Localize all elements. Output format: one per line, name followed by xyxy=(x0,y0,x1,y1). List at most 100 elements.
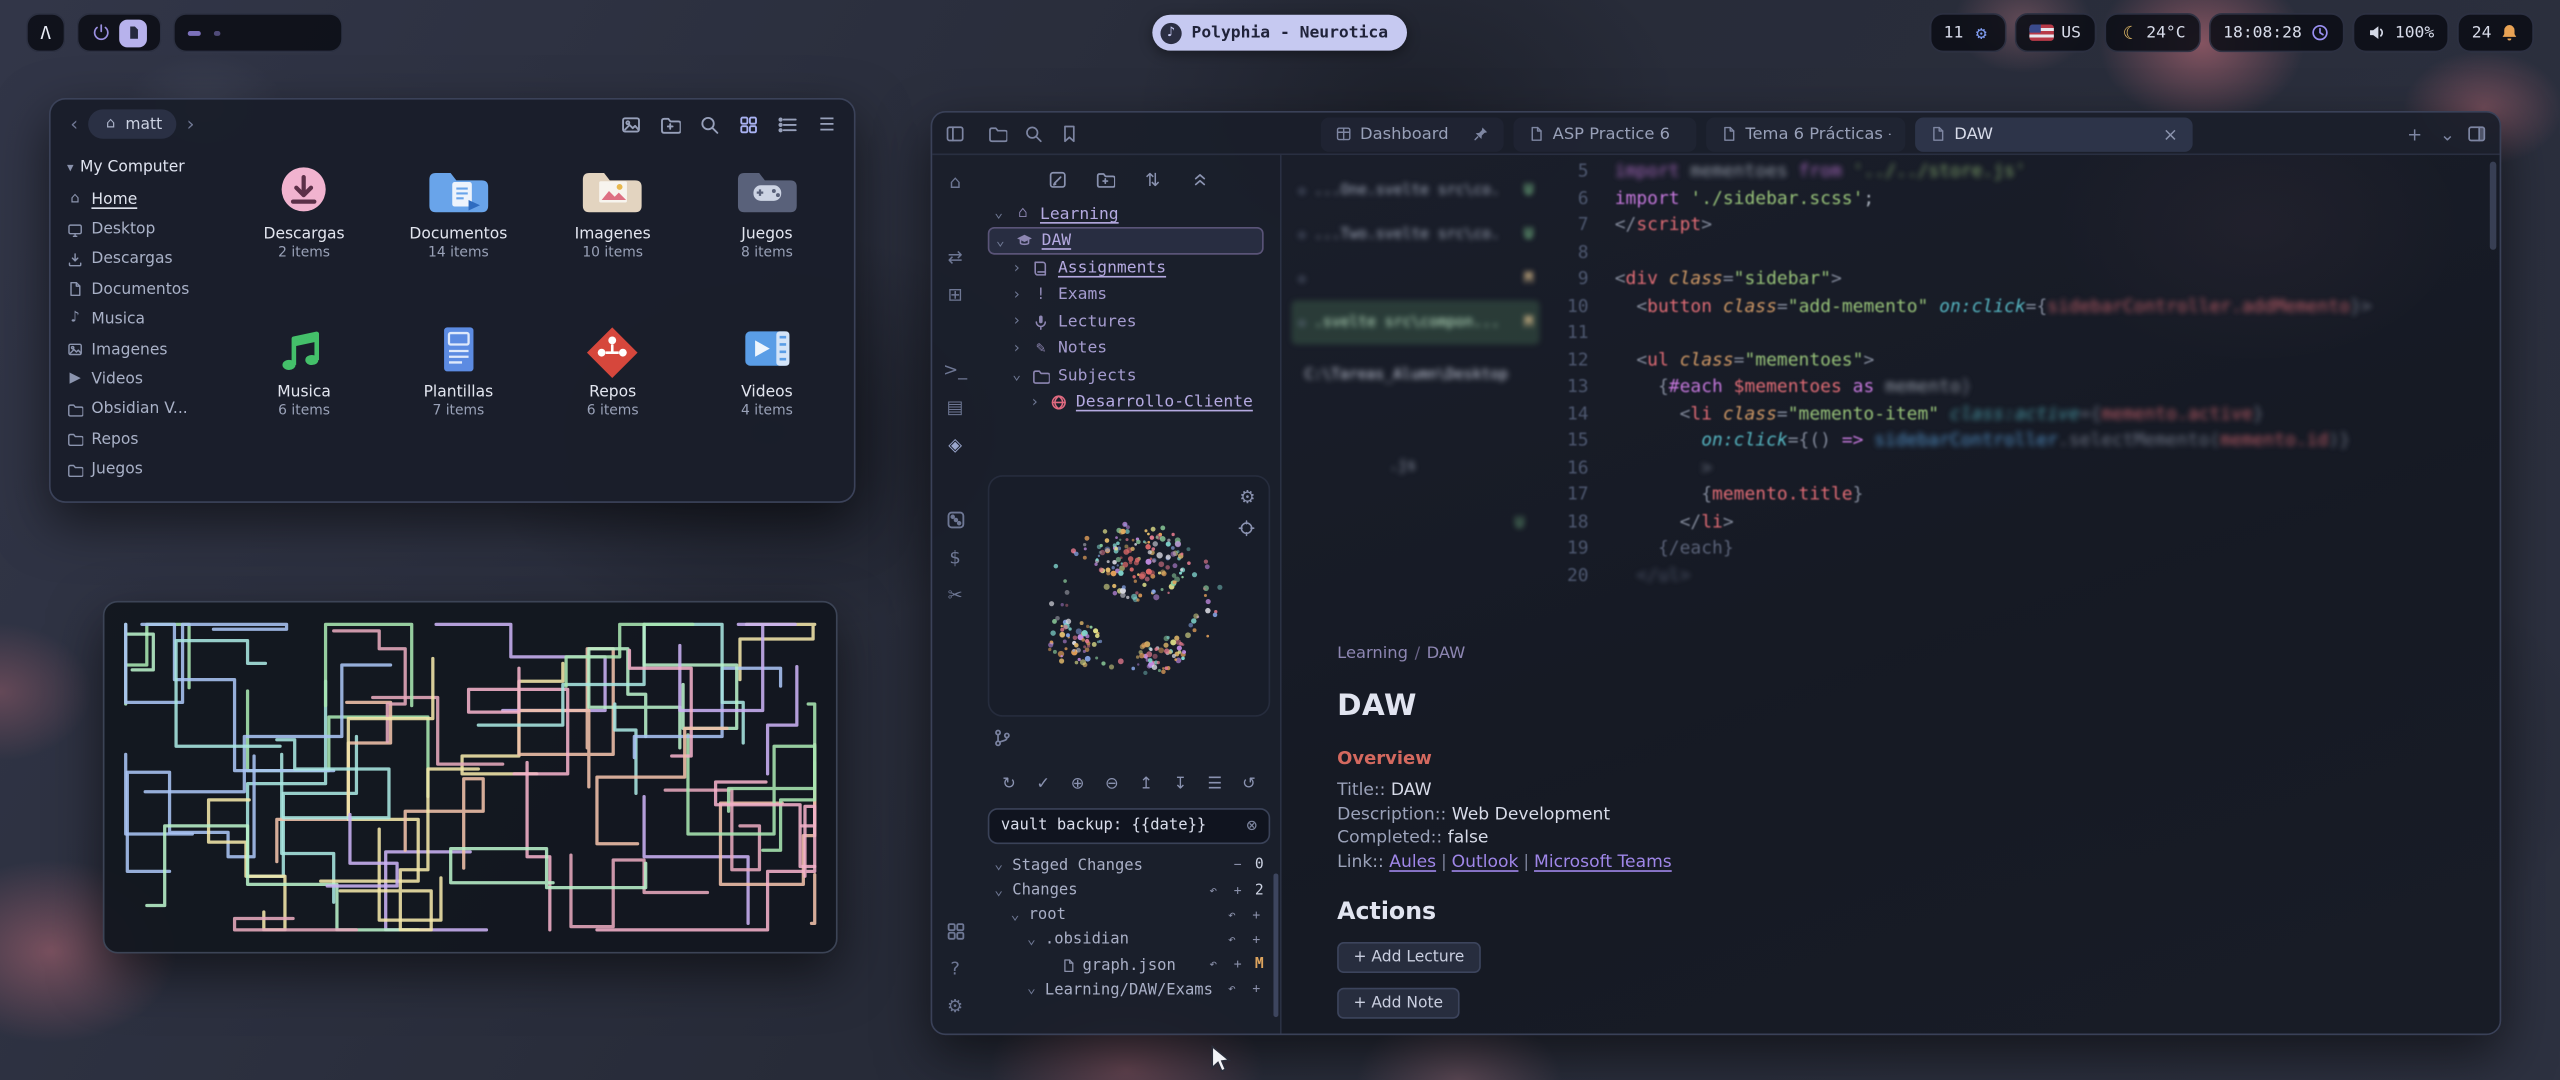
button-add-note[interactable]: + Add Note xyxy=(1337,988,1459,1019)
pictures-icon[interactable] xyxy=(620,113,641,134)
folder-repos[interactable]: Repos6 items xyxy=(536,320,690,478)
git-pull-icon[interactable]: ↧ xyxy=(1171,777,1189,795)
bookmarks-panel-icon[interactable] xyxy=(1060,124,1080,144)
git-stage-icon[interactable]: ⊕ xyxy=(1069,777,1087,795)
ribbon-calendar-icon[interactable] xyxy=(944,322,965,343)
chevron-icon[interactable]: ⌄ xyxy=(1011,907,1022,923)
grid-view-icon[interactable] xyxy=(738,113,759,134)
sidebar-item-videos[interactable]: ▶Videos xyxy=(67,365,224,395)
sidebar-item-desktop[interactable]: Desktop xyxy=(67,215,224,245)
graph-focus-icon[interactable] xyxy=(1238,519,1256,537)
tab-dashboard[interactable]: Dashboard xyxy=(1321,117,1504,151)
new-folder-icon[interactable] xyxy=(660,113,681,134)
git-action-undo-icon[interactable]: ↶ xyxy=(1224,908,1239,923)
files-panel-icon[interactable] xyxy=(988,124,1008,144)
tab-asp-practice-6[interactable]: ASP Practice 6 xyxy=(1513,117,1696,151)
editor-scrollbar[interactable] xyxy=(2490,162,2497,250)
search-panel-icon[interactable] xyxy=(1024,124,1044,144)
volume-module[interactable]: 100% xyxy=(2352,13,2448,52)
note-breadcrumb[interactable]: Learning/DAW xyxy=(1337,645,2415,663)
folder-descargas[interactable]: Descargas2 items xyxy=(227,162,381,320)
git-action-plus-icon[interactable]: + xyxy=(1249,933,1264,948)
ribbon-camera-icon[interactable] xyxy=(944,472,965,493)
chevron-right-icon[interactable]: › xyxy=(1012,314,1023,330)
ribbon-search-icon[interactable] xyxy=(944,209,965,230)
ribbon-dollar-icon[interactable]: $ xyxy=(944,547,965,568)
git-action-undo-icon[interactable]: ↶ xyxy=(1224,933,1239,948)
folder-plantillas[interactable]: Plantillas7 items xyxy=(381,320,535,478)
forward-button[interactable]: › xyxy=(183,113,197,136)
tab-daw[interactable]: DAW× xyxy=(1915,117,2193,151)
list-view-icon[interactable] xyxy=(777,113,798,134)
folder-videos[interactable]: Videos4 items xyxy=(690,320,844,478)
git-item-learning-daw-exams[interactable]: ⌄Learning/DAW/Exams↶+ xyxy=(988,977,1270,1002)
sort-icon[interactable]: ⇅ xyxy=(1143,170,1163,190)
sidebar-item-documentos[interactable]: Documentos xyxy=(67,275,224,305)
ribbon-gem-icon[interactable]: ◈ xyxy=(944,434,965,455)
explorer-item-subjects[interactable]: ⌄Subjects xyxy=(988,362,1270,389)
weather-module[interactable]: ☾24°C xyxy=(2104,13,2200,52)
link-outlook[interactable]: Outlook xyxy=(1452,851,1519,871)
chevron-right-icon[interactable]: › xyxy=(1012,261,1023,277)
ribbon-settings-icon[interactable]: ⚙ xyxy=(944,996,965,1017)
chevron-icon[interactable]: ⌄ xyxy=(1027,982,1038,998)
explorer-item-desarrollo-cliente[interactable]: ›Desarrollo-Cliente xyxy=(988,389,1270,416)
commit-message-input[interactable]: vault backup: {{date}} ⊗ xyxy=(988,808,1270,844)
ribbon-grid-icon[interactable]: ⊞ xyxy=(944,284,965,305)
search-icon[interactable] xyxy=(699,113,720,134)
explorer-item-exams[interactable]: ›!Exams xyxy=(988,282,1270,309)
explorer-item-assignments[interactable]: ›Assignments xyxy=(988,255,1270,282)
git-push-icon[interactable]: ↥ xyxy=(1137,777,1155,795)
git-refresh2-icon[interactable]: ↺ xyxy=(1240,777,1258,795)
explorer-item-lectures[interactable]: ›Lectures xyxy=(988,309,1270,336)
ribbon-terminal-icon[interactable]: >_ xyxy=(944,359,965,380)
new-note-icon[interactable] xyxy=(1048,170,1068,190)
chevron-down-icon[interactable]: ⌄ xyxy=(994,206,1005,222)
ribbon-swap-icon[interactable]: ⇄ xyxy=(944,247,965,268)
ribbon-scissors-icon[interactable]: ✂ xyxy=(944,584,965,605)
new-tab-icon[interactable]: + xyxy=(2405,124,2425,144)
sidebar-toggle-icon[interactable] xyxy=(945,124,965,144)
git-action-plus-icon[interactable]: + xyxy=(1249,982,1264,997)
chevron-icon[interactable]: ⌄ xyxy=(994,858,1005,874)
media-widget[interactable]: ♪ Polyphia - Neurotica xyxy=(1152,15,1407,51)
breadcrumb-part[interactable]: DAW xyxy=(1427,645,1466,663)
git-unstage-icon[interactable]: ⊖ xyxy=(1103,777,1121,795)
tab-tema-6-pr-cticas[interactable]: Tema 6 Prácticas -... xyxy=(1706,117,1905,151)
local-graph-panel[interactable]: ⚙ xyxy=(988,475,1270,717)
ribbon-help-icon[interactable]: ? xyxy=(944,958,965,979)
link-aules[interactable]: Aules xyxy=(1389,851,1436,871)
notifications-module[interactable]: 24 xyxy=(2457,13,2534,52)
git-item-obsidian[interactable]: ⌄.obsidian↶+ xyxy=(988,928,1270,953)
sidebar-item-repos[interactable]: Repos xyxy=(67,425,224,455)
git-action-minus-icon[interactable]: − xyxy=(1230,858,1245,873)
clock-module[interactable]: 18:08:28 xyxy=(2208,13,2344,52)
menu-icon[interactable]: ☰ xyxy=(816,113,837,134)
git-item-root[interactable]: ⌄root↶+ xyxy=(988,903,1270,928)
workspaces-widget[interactable] xyxy=(77,13,162,52)
folder-musica[interactable]: Musica6 items xyxy=(227,320,381,478)
taskbar-widget[interactable] xyxy=(173,13,343,52)
git-action-undo-icon[interactable]: ↶ xyxy=(1206,958,1221,973)
clear-icon[interactable]: ⊗ xyxy=(1246,815,1257,836)
active-workspace-indicator[interactable] xyxy=(119,19,147,47)
updates-module[interactable]: 11⚙ xyxy=(1929,13,2006,52)
new-folder-icon[interactable] xyxy=(1096,170,1116,190)
chevron-down-icon[interactable]: ⌄ xyxy=(996,233,1007,249)
keyboard-layout-module[interactable]: US xyxy=(2014,13,2096,52)
chevron-right-icon[interactable]: › xyxy=(1012,341,1023,357)
graph-settings-icon[interactable]: ⚙ xyxy=(1239,488,1255,506)
sidebar-header[interactable]: ▾ My Computer xyxy=(67,158,224,176)
chevron-icon[interactable]: ⌄ xyxy=(994,882,1005,898)
panel-scrollbar[interactable] xyxy=(1273,873,1278,1017)
git-item-staged-changes[interactable]: ⌄Staged Changes−0 xyxy=(988,853,1270,878)
launcher-button[interactable]: Λ xyxy=(26,13,65,52)
ribbon-note-icon[interactable]: ▤ xyxy=(944,397,965,418)
sidebar-item-juegos[interactable]: Juegos xyxy=(67,455,224,485)
close-tab-icon[interactable]: × xyxy=(2163,123,2178,144)
git-action-plus-icon[interactable]: + xyxy=(1230,883,1245,898)
button-add-lecture[interactable]: + Add Lecture xyxy=(1337,942,1480,973)
git-refresh-icon[interactable]: ↻ xyxy=(1000,777,1018,795)
sidebar-item-musica[interactable]: ♪Musica xyxy=(67,305,224,335)
chevron-right-icon[interactable]: › xyxy=(1012,287,1023,303)
